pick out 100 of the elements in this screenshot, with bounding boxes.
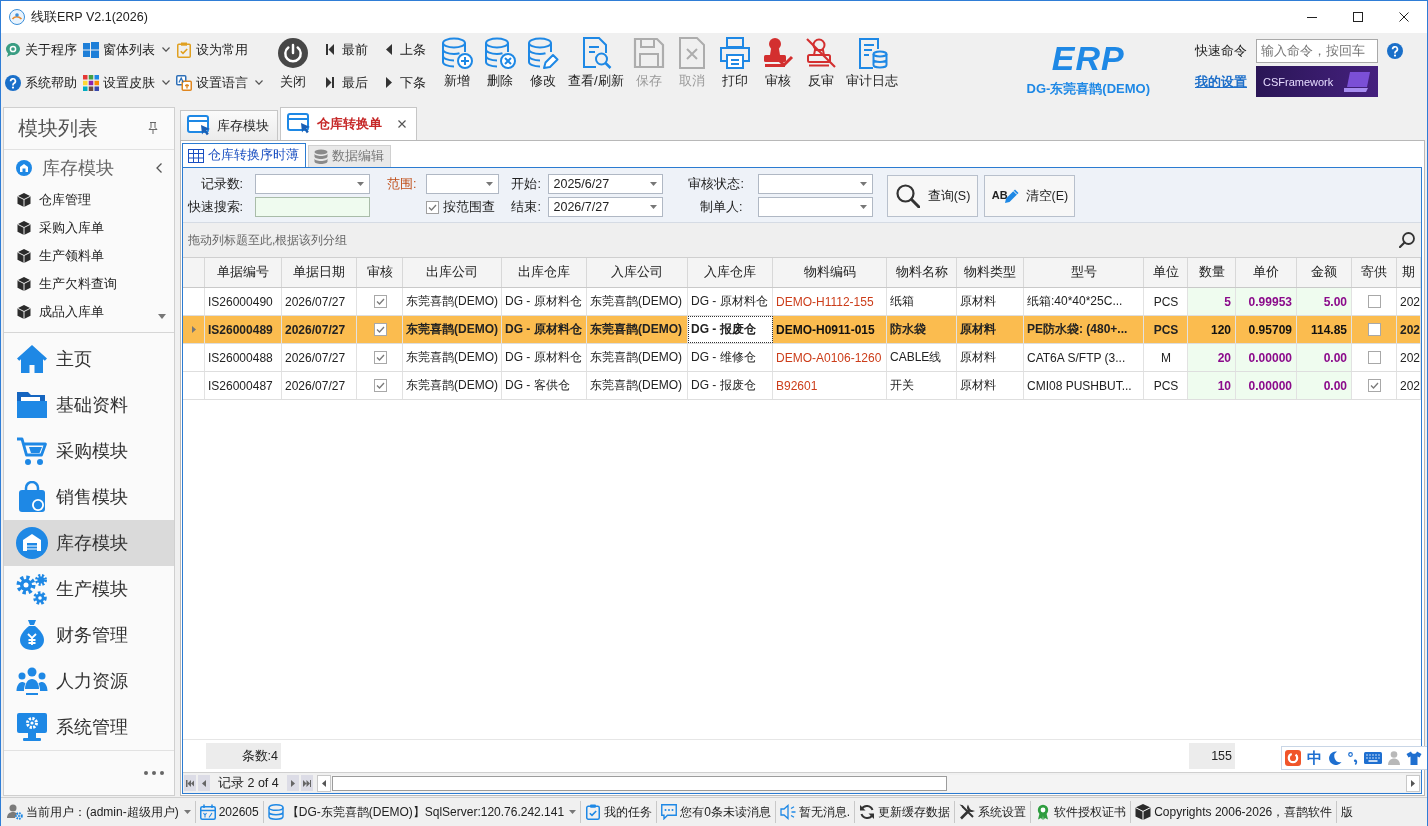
dropdown-field[interactable] [426, 174, 500, 194]
column-header[interactable]: 单据编号 [205, 258, 282, 287]
pager-next-button[interactable] [286, 775, 299, 791]
column-header[interactable]: 物料名称 [887, 258, 957, 287]
view-tab[interactable]: 仓库转换序时薄 [182, 143, 306, 167]
module-item[interactable]: 财务管理 [4, 612, 174, 659]
horizontal-scrollbar[interactable] [316, 774, 1420, 792]
status-item[interactable]: 您有0条未读消息 [657, 801, 776, 823]
sidebar-item[interactable]: 仓库管理 [4, 186, 91, 215]
toolbar-button[interactable]: 查看/刷新 [566, 33, 626, 103]
module-item[interactable]: 人力资源 [4, 658, 174, 705]
pager-last-button[interactable] [300, 775, 313, 791]
document-tab[interactable]: 仓库转换单 [280, 107, 417, 140]
record-nav-button[interactable]: 上条 [386, 37, 426, 62]
column-header[interactable]: 数量 [1188, 258, 1236, 287]
command-input[interactable]: 输入命令，按回车 [1256, 39, 1378, 63]
column-header[interactable]: 出库公司 [403, 258, 502, 287]
clear-button[interactable]: AB 清空(E) [984, 175, 1076, 217]
status-item[interactable]: 当前用户：(admin-超级用户) [3, 801, 196, 823]
checkbox[interactable] [373, 351, 387, 364]
close-module-button[interactable]: 关闭 [273, 33, 313, 103]
column-header[interactable]: 寄供 [1352, 258, 1397, 287]
toolbar-button[interactable]: 审计日志 [843, 33, 900, 103]
status-item[interactable]: Copyrights 2006-2026，喜鹊软件 [1131, 801, 1338, 823]
column-header[interactable]: 物料类型 [957, 258, 1024, 287]
checkbox[interactable] [373, 295, 387, 308]
status-item[interactable]: 版 [1337, 801, 1358, 823]
record-nav-button[interactable]: 最后 [326, 70, 368, 95]
record-nav-button[interactable]: 最前 [326, 37, 368, 62]
dropdown-field[interactable] [758, 197, 874, 217]
column-header[interactable]: 入库公司 [587, 258, 688, 287]
status-item[interactable]: 软件授权证书 [1031, 801, 1132, 823]
module-item[interactable]: 销售模块 [4, 474, 174, 521]
record-nav-button[interactable]: 下条 [386, 70, 426, 95]
checkbox[interactable] [426, 200, 440, 214]
module-item[interactable]: 采购模块 [4, 428, 174, 475]
view-tab[interactable]: 数据编辑 [308, 145, 391, 167]
column-header[interactable]: 审核 [357, 258, 403, 287]
search-button[interactable]: 查询(S) [887, 175, 979, 217]
toolbar-link[interactable]: 关于程序 [5, 37, 77, 62]
pager-first-button[interactable] [184, 775, 196, 791]
column-header[interactable]: 单据日期 [282, 258, 357, 287]
toolbar-link[interactable]: 设置语言 [176, 70, 263, 95]
module-item[interactable]: 生产模块 [4, 566, 174, 613]
table-cell: 114.85 [1297, 316, 1352, 343]
column-header[interactable]: 入库仓库 [688, 258, 773, 287]
checkbox[interactable] [373, 379, 387, 392]
toolbar-link[interactable]: 系统帮助 [5, 70, 77, 95]
module-item[interactable]: 主页 [4, 336, 174, 383]
toolbar-button[interactable]: 打印 [714, 33, 755, 103]
checkbox[interactable] [1368, 351, 1381, 364]
status-item[interactable]: 202605 [195, 801, 264, 823]
table-row[interactable]: IS26000487 2026/07/27 东莞喜鹊(DEMO) DG - 客供仓 东莞喜鹊(DEMO) DG - 报废仓 B92601 开关 原材料 CMI08 PUSHBUT... PCS 10 0.00000 0.00 202 [183, 372, 1421, 400]
sidebar-item[interactable]: 采购入库单 [4, 214, 104, 243]
table-cell: DG - 维修仓 [688, 344, 773, 371]
toolbar-link[interactable]: 设置皮肤 [83, 70, 170, 95]
pager-previous-button[interactable] [198, 775, 210, 791]
sidebar-item[interactable]: 生产欠料查询 [4, 270, 117, 299]
framework-banner[interactable]: CSFramework [1256, 66, 1378, 97]
module-item[interactable]: 库存模块 [4, 520, 174, 567]
column-header[interactable]: 型号 [1024, 258, 1144, 287]
date-field[interactable]: 2026/7/27 [548, 197, 664, 217]
input-mode[interactable]: 中 [1307, 748, 1322, 768]
column-header[interactable]: 出库仓库 [502, 258, 587, 287]
document-tab[interactable]: 库存模块 [180, 110, 278, 140]
dropdown-field[interactable] [758, 174, 874, 194]
checkbox[interactable] [1368, 323, 1381, 336]
checkbox[interactable] [1368, 295, 1381, 308]
status-item[interactable]: 更新缓存数据 [855, 801, 956, 823]
my-settings-link[interactable]: 我的设置 [1195, 72, 1247, 91]
table-cell: 0.95709 [1236, 316, 1297, 343]
column-header[interactable]: 单位 [1144, 258, 1188, 287]
module-item[interactable]: 系统管理 [4, 704, 174, 751]
toolbar-link[interactable]: 设为常用 [176, 37, 263, 62]
status-item[interactable]: 暂无消息. [775, 801, 856, 823]
checkbox[interactable] [1368, 379, 1381, 392]
scrollbar-thumb[interactable] [331, 775, 947, 791]
search-field[interactable] [255, 197, 370, 217]
sidebar-item[interactable]: 生产领料单 [4, 242, 104, 271]
toolbar-button[interactable]: 新增 [437, 33, 477, 103]
toolbar-button[interactable]: 审核 [757, 33, 798, 103]
status-item[interactable]: 我的任务 [581, 801, 658, 823]
dropdown-field[interactable] [255, 174, 370, 194]
module-item[interactable]: 基础资料 [4, 382, 174, 429]
column-header[interactable]: 金额 [1297, 258, 1352, 287]
column-header[interactable]: 物料编码 [773, 258, 887, 287]
column-header[interactable]: 期 [1397, 258, 1421, 287]
table-row[interactable]: IS26000488 2026/07/27 东莞喜鹊(DEMO) DG - 原材料仓 东莞喜鹊(DEMO) DG - 维修仓 DEMO-A0106-1260 CABLE线 原材料 CAT6A S/FTP (3... M 20 0.00000 0.00 202 [183, 344, 1421, 372]
status-item[interactable]: 系统设置 [955, 801, 1032, 823]
status-item[interactable]: 【DG-东莞喜鹊(DEMO)】SqlServer:120.76.242.141 [263, 801, 582, 823]
close-icon [1399, 12, 1409, 22]
sidebar-item[interactable]: 成品入库单 [4, 298, 104, 327]
table-row[interactable]: IS26000489 2026/07/27 东莞喜鹊(DEMO) DG - 原材料仓 东莞喜鹊(DEMO) DG - 报废仓 DEMO-H0911-015 防水袋 原材料 PE防水袋: (480+... PCS 120 0.95709 114.85 202 [183, 316, 1421, 344]
toolbar-link[interactable]: 窗体列表 [83, 37, 170, 62]
date-field[interactable]: 2025/6/27 [548, 174, 664, 194]
checkbox[interactable] [373, 323, 387, 336]
toolbar-button[interactable]: 修改 [523, 33, 563, 103]
toolbar-button[interactable]: 删除 [480, 33, 520, 103]
column-header[interactable]: 单价 [1236, 258, 1297, 287]
toolbar-button[interactable]: 反审 [800, 33, 841, 103]
